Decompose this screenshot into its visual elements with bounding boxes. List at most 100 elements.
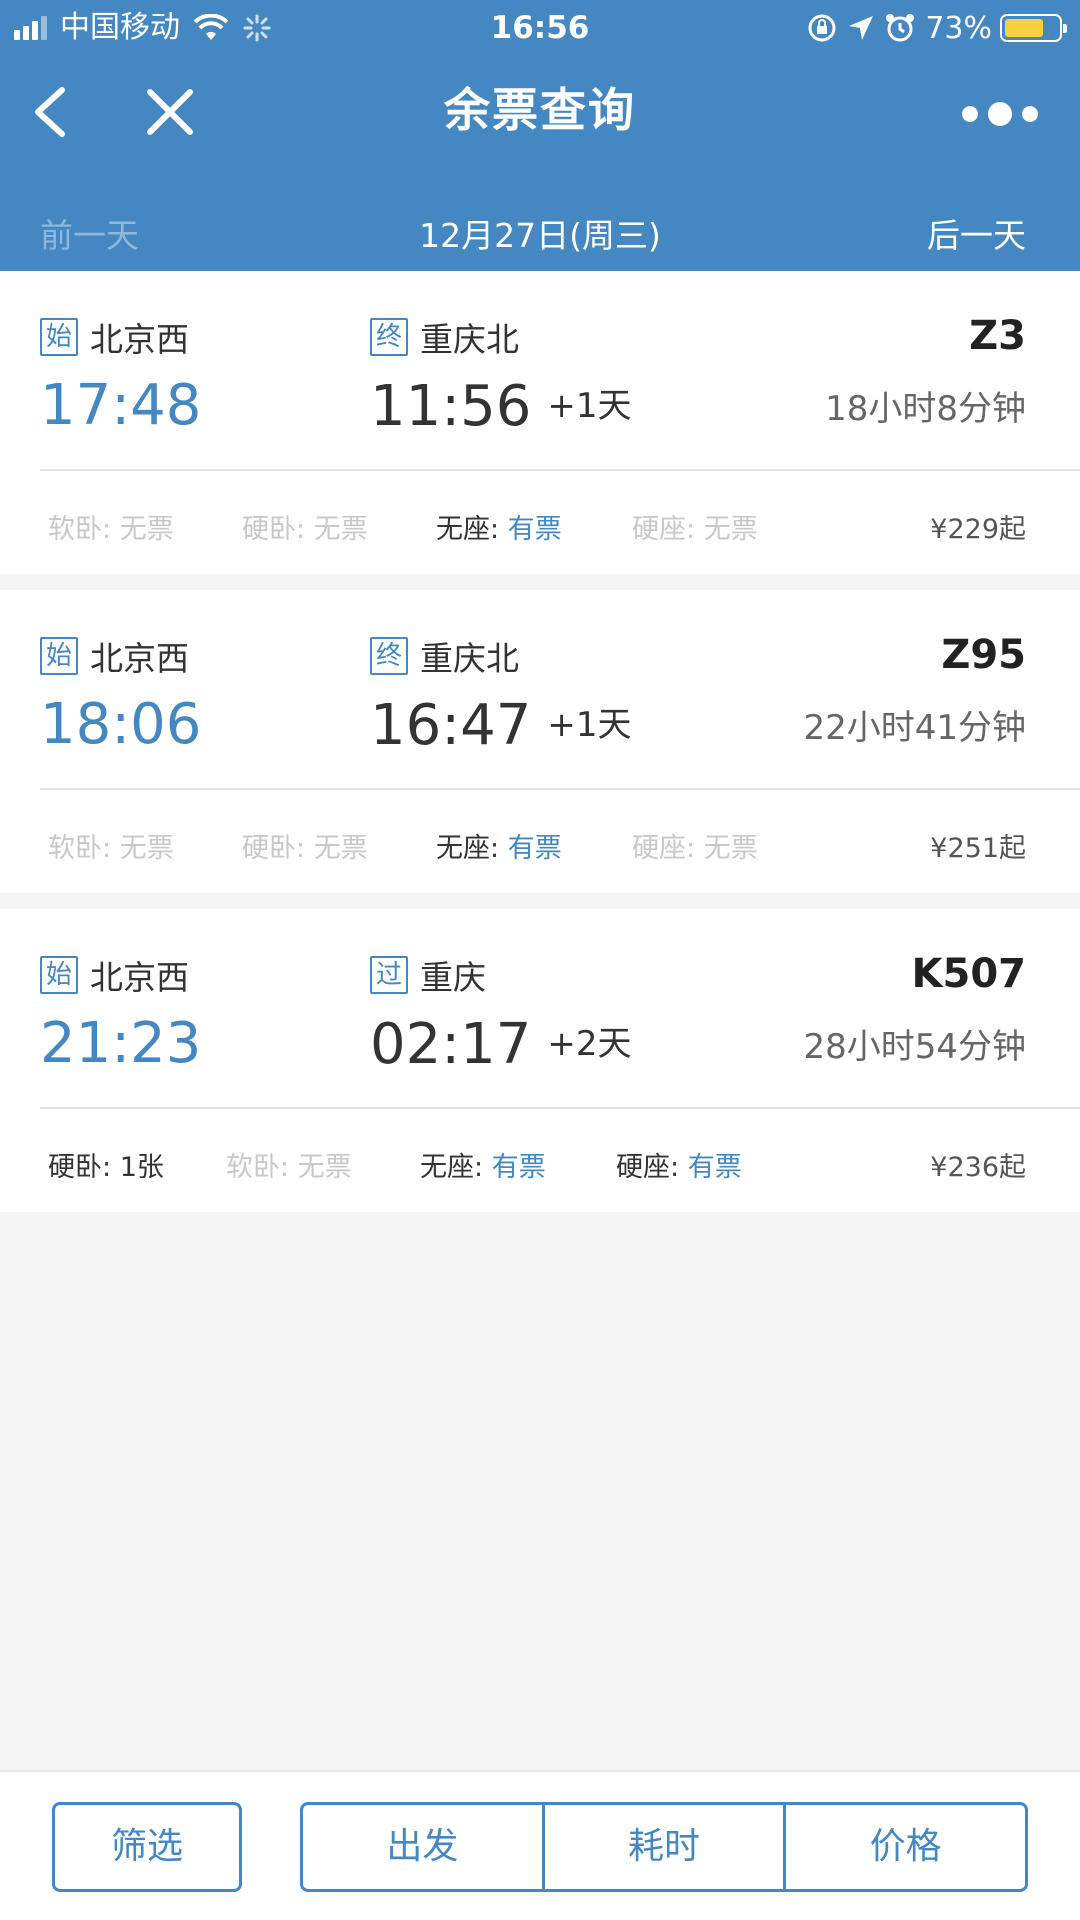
seat-name: 软卧: — [48, 833, 112, 864]
seat-name: 硬座: — [632, 833, 696, 864]
divider — [40, 788, 1080, 790]
destination: 过重庆 — [370, 951, 486, 999]
seat-info: 软卧: 无票 — [226, 1145, 352, 1184]
seat-name: 无座: — [436, 514, 500, 545]
depart-time: 18:06 — [40, 692, 202, 757]
seat-status: 无票 — [297, 1152, 352, 1183]
header: 中国移动 16:56 73% 余票查询 前一天 12月27日(周三) 后一天 — [0, 0, 1080, 271]
more-dots-icon[interactable] — [950, 96, 1050, 132]
train-number: K507 — [911, 951, 1027, 997]
destination-station: 重庆北 — [420, 320, 519, 359]
plus-day: +1天 — [547, 386, 632, 426]
seat-status: 有票 — [491, 1152, 546, 1183]
seat-name: 无座: — [436, 833, 500, 864]
seat-status: 无票 — [119, 514, 174, 545]
destination: 终重庆北 — [370, 313, 519, 361]
divider — [40, 469, 1080, 471]
status-right: 73% — [807, 6, 1067, 50]
seat-name: 硬卧: — [48, 1152, 112, 1183]
location-icon — [849, 16, 874, 40]
seat-info: 硬座: 无票 — [632, 826, 758, 865]
arrive-time: 16:47 — [370, 693, 532, 758]
station-row: 始北京西 过重庆 K507 — [40, 951, 1040, 997]
sort-duration-button[interactable]: 耗时 — [541, 1805, 784, 1889]
sort-depart-button[interactable]: 出发 — [303, 1805, 542, 1889]
pass-badge: 过 — [370, 956, 408, 994]
duration: 28小时54分钟 — [803, 1027, 1026, 1067]
seat-name: 无座: — [420, 1152, 484, 1183]
seat-info: 硬座: 有票 — [616, 1145, 742, 1184]
arrive-time: 11:56 — [370, 374, 532, 439]
arrive-time-wrap: 02:17 +2天 — [370, 1009, 632, 1080]
seat-row: 软卧: 无票 硬卧: 无票 无座: 有票 硬座: 无票 ¥229起 — [0, 499, 1080, 545]
current-date[interactable]: 12月27日(周三) — [0, 209, 1080, 257]
plus-day: +1天 — [547, 705, 632, 745]
seat-name: 硬卧: — [242, 833, 306, 864]
screen: 中国移动 16:56 73% 余票查询 前一天 12月27日(周三) 后一天 始… — [0, 0, 1080, 1920]
seat-info: 无座: 有票 — [436, 826, 562, 865]
destination: 终重庆北 — [370, 632, 519, 680]
seat-info: 硬卧: 1张 — [48, 1145, 164, 1184]
seat-row: 软卧: 无票 硬卧: 无票 无座: 有票 硬座: 无票 ¥251起 — [0, 818, 1080, 864]
seat-status: 无票 — [313, 514, 368, 545]
origin: 始北京西 — [40, 313, 189, 361]
train-list: 始北京西 终重庆北 Z3 17:48 11:56 +1天 18小时8分钟 软卧: … — [0, 271, 1080, 1228]
depart-time: 21:23 — [40, 1011, 202, 1076]
seat-info: 软卧: 无票 — [48, 826, 174, 865]
start-badge: 始 — [40, 318, 78, 356]
next-day-button[interactable]: 后一天 — [927, 209, 1026, 257]
battery-percent: 73% — [925, 10, 992, 46]
price: ¥236起 — [930, 1152, 1026, 1183]
time-row: 21:23 02:17 +2天 28小时54分钟 — [40, 1009, 1040, 1079]
train-card[interactable]: 始北京西 终重庆北 Z95 18:06 16:47 +1天 22小时41分钟 软卧… — [0, 590, 1080, 893]
seat-status: 无票 — [313, 833, 368, 864]
nav-bar: 余票查询 — [0, 60, 1080, 160]
seat-status: 有票 — [507, 833, 562, 864]
arrive-time-wrap: 11:56 +1天 — [370, 371, 632, 442]
duration: 22小时41分钟 — [803, 708, 1026, 748]
sort-price-button[interactable]: 价格 — [783, 1805, 1025, 1889]
seat-info: 无座: 有票 — [420, 1145, 546, 1184]
end-badge: 终 — [370, 637, 408, 675]
seat-status: 1张 — [119, 1152, 164, 1183]
seat-name: 硬座: — [632, 514, 696, 545]
status-bar: 中国移动 16:56 73% — [0, 0, 1080, 54]
duration: 18小时8分钟 — [825, 389, 1026, 429]
seat-status: 有票 — [687, 1152, 742, 1183]
time-row: 17:48 11:56 +1天 18小时8分钟 — [40, 371, 1040, 441]
seat-info: 硬卧: 无票 — [242, 507, 368, 546]
depart-time: 17:48 — [40, 373, 202, 438]
origin-station: 北京西 — [90, 320, 189, 359]
battery-fill — [1005, 19, 1043, 37]
price: ¥251起 — [930, 833, 1026, 864]
seat-info: 硬座: 无票 — [632, 507, 758, 546]
train-card[interactable]: 始北京西 过重庆 K507 21:23 02:17 +2天 28小时54分钟 硬卧… — [0, 909, 1080, 1212]
station-row: 始北京西 终重庆北 Z3 — [40, 313, 1040, 359]
seat-name: 硬座: — [616, 1152, 680, 1183]
seat-info: 无座: 有票 — [436, 507, 562, 546]
sort-segmented-control: 出发 耗时 价格 — [300, 1802, 1028, 1892]
seat-name: 软卧: — [226, 1152, 290, 1183]
station-row: 始北京西 终重庆北 Z95 — [40, 632, 1040, 678]
bottom-toolbar: 筛选 出发 耗时 价格 — [0, 1770, 1080, 1920]
origin-station: 北京西 — [90, 958, 189, 997]
time-row: 18:06 16:47 +1天 22小时41分钟 — [40, 690, 1040, 760]
destination-station: 重庆 — [420, 958, 486, 997]
arrive-time: 02:17 — [370, 1012, 532, 1077]
page-title: 余票查询 — [444, 83, 636, 137]
start-badge: 始 — [40, 637, 78, 675]
filter-button[interactable]: 筛选 — [52, 1802, 242, 1892]
train-number: Z3 — [969, 313, 1026, 359]
origin: 始北京西 — [40, 951, 189, 999]
alarm-icon — [886, 14, 915, 42]
train-card[interactable]: 始北京西 终重庆北 Z3 17:48 11:56 +1天 18小时8分钟 软卧: … — [0, 271, 1080, 574]
seat-info: 硬卧: 无票 — [242, 826, 368, 865]
divider — [40, 1107, 1080, 1109]
seat-status: 有票 — [507, 514, 562, 545]
destination-station: 重庆北 — [420, 639, 519, 678]
seat-row: 硬卧: 1张 软卧: 无票 无座: 有票 硬座: 有票 ¥236起 — [0, 1137, 1080, 1183]
train-number: Z95 — [941, 632, 1026, 678]
seat-status: 无票 — [119, 833, 174, 864]
seat-status: 无票 — [703, 833, 758, 864]
start-badge: 始 — [40, 956, 78, 994]
